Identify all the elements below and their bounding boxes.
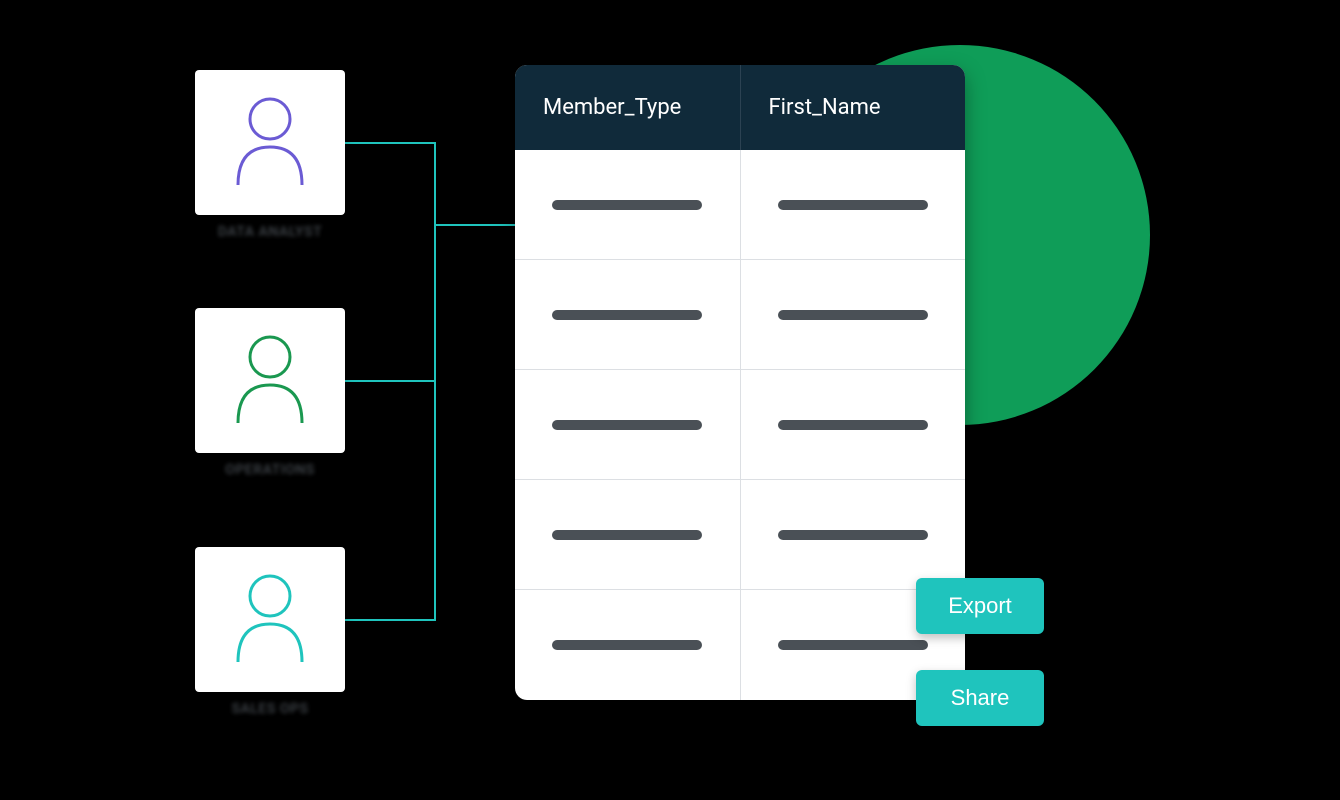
table-cell bbox=[515, 260, 741, 369]
persona-card-salesops bbox=[195, 547, 345, 692]
user-icon bbox=[230, 331, 310, 430]
user-icon bbox=[230, 570, 310, 669]
data-table: Member_Type First_Name bbox=[515, 65, 965, 700]
persona-label: DATA ANALYST bbox=[195, 224, 345, 240]
placeholder-bar bbox=[778, 640, 928, 650]
placeholder-bar bbox=[778, 420, 928, 430]
user-icon bbox=[230, 93, 310, 192]
table-cell bbox=[515, 480, 741, 589]
placeholder-bar bbox=[552, 310, 702, 320]
placeholder-bar bbox=[552, 200, 702, 210]
placeholder-bar bbox=[552, 530, 702, 540]
table-row bbox=[515, 260, 965, 370]
placeholder-bar bbox=[552, 420, 702, 430]
table-header: Member_Type First_Name bbox=[515, 65, 965, 150]
table-cell bbox=[741, 260, 966, 369]
persona-label: OPERATIONS bbox=[195, 462, 345, 478]
placeholder-bar bbox=[778, 310, 928, 320]
placeholder-bar bbox=[778, 200, 928, 210]
table-cell bbox=[515, 150, 741, 259]
table-row bbox=[515, 370, 965, 480]
placeholder-bar bbox=[552, 640, 702, 650]
table-cell bbox=[515, 590, 741, 700]
table-cell bbox=[741, 370, 966, 479]
table-body bbox=[515, 150, 965, 700]
persona-card-operations bbox=[195, 308, 345, 453]
table-cell bbox=[741, 150, 966, 259]
export-button[interactable]: Export bbox=[916, 578, 1044, 634]
column-header-member-type: Member_Type bbox=[515, 65, 741, 150]
table-row bbox=[515, 590, 965, 700]
placeholder-bar bbox=[778, 530, 928, 540]
column-header-first-name: First_Name bbox=[741, 65, 966, 150]
persona-card-analyst bbox=[195, 70, 345, 215]
share-button[interactable]: Share bbox=[916, 670, 1044, 726]
table-cell bbox=[515, 370, 741, 479]
persona-label: SALES OPS bbox=[195, 701, 345, 717]
table-cell bbox=[741, 480, 966, 589]
table-row bbox=[515, 150, 965, 260]
table-row bbox=[515, 480, 965, 590]
